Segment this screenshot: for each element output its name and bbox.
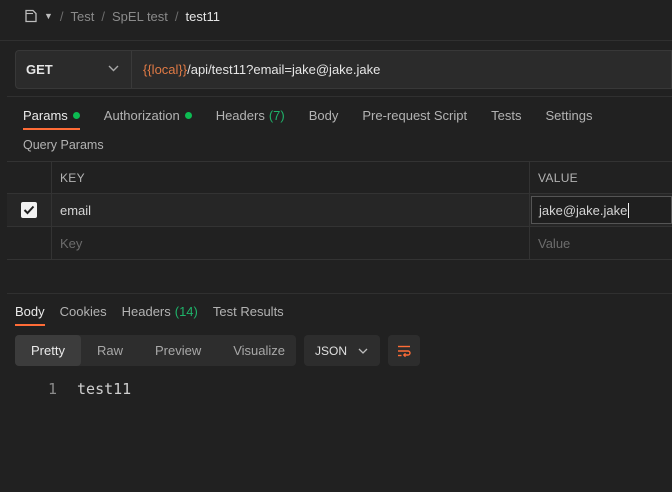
format-select[interactable]: JSON (304, 335, 380, 366)
tab-body[interactable]: Body (309, 104, 339, 126)
view-raw[interactable]: Raw (81, 335, 139, 366)
param-value-field[interactable]: jake@jake.jake (531, 196, 672, 224)
column-header-key: KEY (52, 162, 530, 193)
header-divider (0, 40, 672, 41)
tab-authorization[interactable]: Authorization (104, 104, 192, 126)
table-row-new: Key Value (7, 227, 672, 260)
row-checkbox-cell (7, 227, 52, 259)
tab-label: Body (15, 303, 45, 319)
wrap-lines-button[interactable] (388, 335, 420, 366)
view-visualize[interactable]: Visualize (217, 335, 301, 366)
view-mode-segmented-control: Pretty Raw Preview Visualize (15, 335, 296, 366)
status-dot (184, 111, 192, 119)
url-path: /api/test11?email=jake@jake.jake (187, 62, 381, 77)
method-label: GET (26, 62, 53, 77)
response-body-text: test11 (77, 380, 132, 398)
url-variable: {{local}} (143, 62, 188, 77)
breadcrumb-current[interactable]: test11 (186, 9, 220, 24)
tab-label: Pre-request Script (362, 107, 468, 123)
table-row: email jake@jake.jake (7, 194, 672, 227)
column-header-value: VALUE (538, 170, 578, 185)
urlbar-divider (7, 96, 672, 97)
row-checkbox-cell (7, 194, 52, 226)
key-placeholder: Key (60, 235, 83, 251)
breadcrumb-separator: / (101, 8, 106, 24)
collection-icon[interactable] (24, 9, 38, 23)
response-tabs: Body Cookies Headers (14) Test Results (15, 302, 299, 326)
view-preview[interactable]: Preview (139, 335, 217, 366)
tab-settings[interactable]: Settings (545, 104, 592, 126)
tab-label: Params (23, 107, 68, 123)
request-tabs: Params Authorization Headers (7) Body Pre… (23, 104, 616, 130)
tab-test-results[interactable]: Test Results (213, 302, 284, 320)
new-param-key-input[interactable]: Key (52, 227, 530, 259)
response-divider[interactable] (7, 293, 672, 294)
tab-label: Body (308, 107, 339, 123)
request-url-bar: GET {{local}}/api/test11?email=jake@jake… (15, 50, 672, 89)
tab-label: Authorization (103, 107, 180, 123)
breadcrumb-item-spel-test[interactable]: SpEL test (112, 9, 168, 24)
checkmark-icon (23, 205, 35, 215)
breadcrumb-item-test[interactable]: Test (71, 9, 95, 24)
tab-headers[interactable]: Headers (7) (216, 104, 285, 126)
param-enabled-checkbox[interactable] (21, 202, 37, 218)
tab-label: Headers (215, 107, 265, 123)
tab-cookies[interactable]: Cookies (60, 302, 107, 320)
format-label: JSON (315, 343, 348, 358)
tab-response-body[interactable]: Body (15, 302, 45, 326)
breadcrumb: ▼ / Test / SpEL test / test11 (24, 7, 220, 25)
query-params-title: Query Params (23, 138, 104, 152)
wrap-lines-icon (398, 345, 411, 357)
url-input[interactable]: {{local}}/api/test11?email=jake@jake.jak… (132, 51, 380, 88)
text-cursor (628, 202, 630, 218)
caret-down-icon[interactable]: ▼ (44, 11, 53, 21)
response-body-editor[interactable]: 1 test11 (48, 380, 131, 398)
param-value-text: jake@jake.jake (539, 202, 628, 218)
table-header-row: KEY VALUE (7, 161, 672, 194)
line-number: 1 (48, 380, 58, 398)
value-placeholder: Value (538, 235, 571, 251)
tab-label: Headers (121, 303, 171, 319)
param-key-field[interactable]: email (52, 194, 530, 226)
tab-params[interactable]: Params (23, 104, 80, 130)
response-headers-count: (14) (174, 303, 198, 319)
chevron-down-icon (108, 64, 119, 75)
tab-label: Cookies (59, 303, 107, 319)
status-dot (72, 111, 80, 119)
breadcrumb-separator: / (59, 8, 64, 24)
tab-label: Test Results (212, 303, 284, 319)
tab-label: Tests (491, 107, 522, 123)
header-checkbox-cell (7, 162, 52, 193)
query-params-table: KEY VALUE email jake@jake.jake Key Value (7, 161, 672, 260)
tab-pre-request-script[interactable]: Pre-request Script (362, 104, 467, 126)
breadcrumb-separator: / (174, 8, 179, 24)
new-param-value-input[interactable]: Value (530, 227, 672, 259)
param-key-value: email (60, 202, 92, 218)
view-pretty[interactable]: Pretty (15, 335, 81, 366)
chevron-down-icon (358, 348, 368, 354)
method-select[interactable]: GET (16, 51, 132, 88)
tab-response-headers[interactable]: Headers (14) (122, 302, 198, 320)
tab-label: Settings (545, 107, 593, 123)
headers-count: (7) (268, 107, 285, 123)
tab-tests[interactable]: Tests (491, 104, 521, 126)
